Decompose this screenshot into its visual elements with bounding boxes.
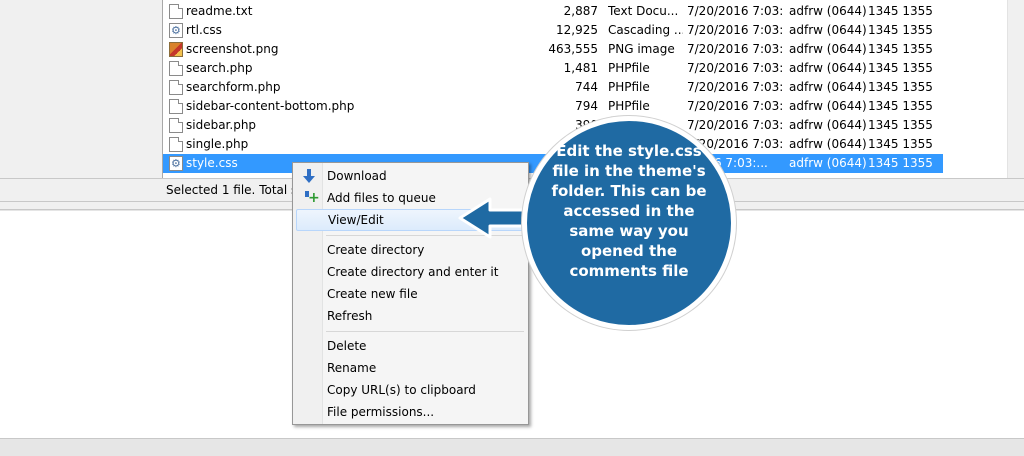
file-owner: 1345 1355: [868, 42, 933, 56]
add-to-queue-icon: [302, 191, 320, 205]
file-row[interactable]: readme.txt 2,887 Text Docu... 7/20/2016 7:0…: [163, 2, 943, 21]
ftp-client-window: readme.txt 2,887 Text Docu... 7/20/2016 7:0…: [0, 0, 1024, 456]
file-permissions: adfrw (0644): [789, 42, 867, 56]
file-name: readme.txt: [186, 4, 253, 18]
file-size: 463,555: [548, 42, 598, 56]
menu-item-file-permissions[interactable]: File permissions...: [296, 401, 525, 423]
menu-item-label: Create new file: [327, 287, 418, 301]
file-permissions: adfrw (0644): [789, 80, 867, 94]
file-row[interactable]: rtl.css 12,925 Cascading ... 7/20/2016 7:03…: [163, 21, 943, 40]
file-date: 7/20/2016 7:03:...: [687, 80, 782, 94]
file-name: rtl.css: [186, 23, 222, 37]
file-row[interactable]: sidebar-content-bottom.php 794 PHPfile 7/20…: [163, 97, 943, 116]
menu-item-label: Refresh: [327, 309, 373, 323]
file-size: 2,887: [563, 4, 598, 18]
menu-item-label: Download: [327, 169, 387, 183]
php-file-icon: [169, 61, 183, 76]
file-date: 7/20/2016 7:03:...: [687, 23, 782, 37]
menu-item-refresh[interactable]: Refresh: [296, 305, 525, 327]
php-file-icon: [169, 118, 183, 133]
file-name: sidebar.php: [186, 118, 257, 132]
menu-separator: [326, 331, 524, 332]
menu-item-download[interactable]: Download: [296, 165, 525, 187]
file-owner: 1345 1355: [868, 99, 933, 113]
menu-item-rename[interactable]: Rename: [296, 357, 525, 379]
file-name: search.php: [186, 61, 253, 75]
file-row[interactable]: search.php 1,481 PHPfile 7/20/2016 7:03:...…: [163, 59, 943, 78]
callout-text: Edit the style.css file in the theme's f…: [551, 142, 707, 280]
file-owner: 1345 1355: [868, 137, 933, 151]
file-permissions: adfrw (0644): [789, 4, 867, 18]
menu-item-label: Delete: [327, 339, 367, 353]
file-owner: 1345 1355: [868, 4, 933, 18]
file-name: single.php: [186, 137, 249, 151]
file-date: 7/20/2016 7:03:...: [687, 99, 782, 113]
file-size: 12,925: [556, 23, 598, 37]
file-permissions: adfrw (0644): [789, 156, 867, 170]
menu-item-label: Create directory: [327, 243, 425, 257]
file-owner: 1345 1355: [868, 156, 933, 170]
file-type: Cascading ...: [608, 23, 683, 37]
menu-item-copy-url[interactable]: Copy URL(s) to clipboard: [296, 379, 525, 401]
file-date: 7/20/2016 7:03:...: [687, 118, 782, 132]
menu-item-create-directory-enter[interactable]: Create directory and enter it: [296, 261, 525, 283]
file-type: PHPfile: [608, 80, 650, 94]
file-date: 7/20/2016 7:03:...: [687, 42, 782, 56]
file-owner: 1345 1355: [868, 61, 933, 75]
file-name: searchform.php: [186, 80, 281, 94]
file-size: 744: [575, 80, 598, 94]
image-file-icon: [169, 42, 183, 57]
file-owner: 1345 1355: [868, 118, 933, 132]
menu-item-label: Add files to queue: [327, 191, 436, 205]
menu-item-label: Copy URL(s) to clipboard: [327, 383, 476, 397]
file-row[interactable]: sidebar.php390PHPfile7/20/2016 7:03:...a…: [163, 116, 943, 135]
vertical-scrollbar[interactable]: [1007, 0, 1024, 178]
file-permissions: adfrw (0644): [789, 137, 867, 151]
file-date: 7/20/2016 7:03:...: [687, 4, 782, 18]
menu-item-label: View/Edit: [328, 213, 384, 227]
queue-tabs-bar: [0, 438, 1024, 456]
text-file-icon: [169, 4, 183, 19]
menu-item-create-new-file[interactable]: Create new file: [296, 283, 525, 305]
local-tree-pane: [0, 0, 162, 178]
menu-item-label: Create directory and enter it: [327, 265, 499, 279]
file-owner: 1345 1355: [868, 80, 933, 94]
file-type: PNG image: [608, 42, 675, 56]
file-permissions: adfrw (0644): [789, 61, 867, 75]
file-type: Text Docu...: [608, 4, 679, 18]
file-name: sidebar-content-bottom.php: [186, 99, 355, 113]
instruction-callout: Edit the style.css file in the theme's f…: [522, 116, 736, 330]
file-size: 1,481: [563, 61, 598, 75]
php-file-icon: [169, 99, 183, 114]
file-type: PHPfile: [608, 61, 650, 75]
file-size: 794: [575, 99, 598, 113]
menu-item-label: File permissions...: [327, 405, 435, 419]
css-file-icon: [169, 154, 183, 173]
php-file-icon: [169, 137, 183, 152]
file-row[interactable]: screenshot.png 463,555 PNG image 7/20/2016 …: [163, 40, 943, 59]
menu-item-create-directory[interactable]: Create directory: [296, 239, 525, 261]
file-name: screenshot.png: [186, 42, 279, 56]
file-date: 7/20/2016 7:03:...: [687, 61, 782, 75]
php-file-icon: [169, 80, 183, 95]
file-row[interactable]: searchform.php 744 PHPfile 7/20/2016 7:03:.…: [163, 78, 943, 97]
file-name: style.css: [186, 156, 238, 170]
download-arrow-icon: [302, 169, 316, 183]
menu-item-label: Rename: [327, 361, 377, 375]
file-owner: 1345 1355: [868, 23, 933, 37]
css-file-icon: [169, 21, 183, 40]
menu-item-delete[interactable]: Delete: [296, 335, 525, 357]
file-permissions: adfrw (0644): [789, 99, 867, 113]
file-permissions: adfrw (0644): [789, 23, 867, 37]
file-permissions: adfrw (0644): [789, 118, 867, 132]
file-type: PHPfile: [608, 99, 650, 113]
